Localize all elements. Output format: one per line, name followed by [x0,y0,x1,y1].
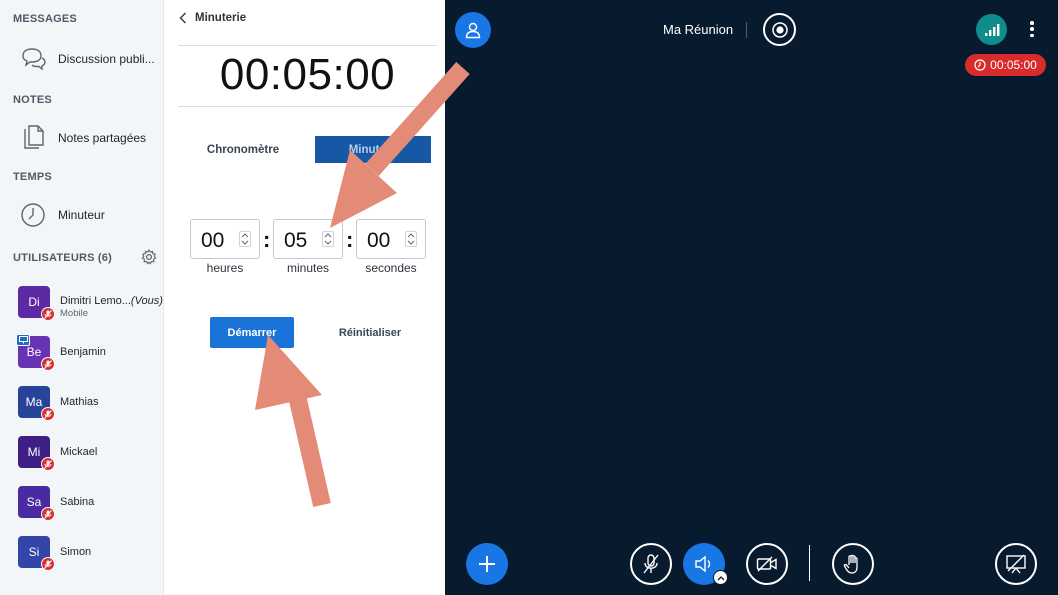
hand-icon [843,554,858,574]
user-row[interactable]: Ma Mathias [0,386,164,430]
users-section-title: UTILISATEURS (6) [13,252,112,264]
timer-display: 00:05:00 [219,50,396,99]
more-options-icon[interactable] [1025,19,1039,39]
minutes-label: minutes [286,261,330,275]
clock-icon [17,199,49,231]
time-section-title: TEMPS [13,171,52,183]
user-name: Sabina [60,496,95,508]
user-icon [465,22,481,39]
user-name: Benjamin [60,346,106,358]
divider [178,45,437,46]
meeting-area: Ma Réunion 00:05:00 [445,0,1058,595]
you-tag: (Vous) [130,295,163,307]
speaker-icon [695,555,711,573]
user-row[interactable]: Be Benjamin [0,334,164,380]
seconds-label: secondes [365,261,417,275]
shared-notes-item[interactable]: Notes partagées [0,118,164,158]
connection-status-button[interactable] [976,14,1007,45]
panel-title: Minuterie [195,12,247,24]
record-button[interactable] [763,13,796,46]
muted-mic-icon [41,307,55,321]
user-device: Mobile [60,308,88,319]
video-off-icon [756,556,777,572]
audio-options-button[interactable] [713,570,728,585]
hours-stepper[interactable]: 00 [190,219,260,259]
user-row[interactable]: Sa Sabina [0,486,164,530]
timer-badge[interactable]: 00:05:00 [965,54,1046,76]
presenter-icon [16,334,30,346]
timer-icon [974,59,986,71]
muted-mic-icon [643,554,659,574]
stepper-arrows-icon[interactable] [405,231,417,247]
hours-label: heures [206,261,244,275]
video-button[interactable] [746,543,788,585]
plus-icon [479,556,495,572]
user-row[interactable]: Di Dimitri Lemo...(Vous) Mobile [0,286,164,330]
muted-mic-icon [41,457,55,471]
back-button[interactable]: Minuterie [179,12,246,24]
muted-mic-icon [41,557,55,571]
minutes-value: 05 [284,229,308,252]
chevron-up-icon [717,575,724,580]
user-row[interactable]: Mi Mickael [0,436,164,480]
seconds-stepper[interactable]: 00 [356,219,426,259]
stepper-arrows-icon[interactable] [322,231,334,247]
signal-bars-icon [984,23,999,36]
muted-mic-icon [41,357,55,371]
reset-button[interactable]: Réinitialiser [325,317,415,348]
time-separator: : [263,227,271,252]
timer-label: Minuteur [58,208,105,222]
messages-section-title: MESSAGES [13,13,77,25]
stepper-arrows-icon[interactable] [239,231,251,247]
seconds-value: 00 [367,229,391,252]
user-name: Mathias [60,396,99,408]
timer-panel: Minuterie 00:05:00 Chronomètre Minuteur … [165,0,445,595]
hours-value: 00 [201,229,225,252]
gear-icon[interactable] [141,248,159,267]
user-name: Mickael [60,446,98,458]
timer-badge-text: 00:05:00 [990,58,1037,72]
public-chat-item[interactable]: Discussion publi... [0,39,164,79]
time-separator: : [346,227,354,252]
user-list-toggle-button[interactable] [455,12,491,48]
user-name-text: Dimitri Lemo... [60,295,131,307]
presentation-off-icon [1006,554,1026,574]
divider [178,106,437,107]
divider [809,545,810,581]
presentation-button[interactable] [995,543,1037,585]
tab-stopwatch[interactable]: Chronomètre [183,136,303,164]
divider [746,22,747,38]
record-icon [771,21,788,38]
public-chat-label: Discussion publi... [58,52,155,66]
user-name: Simon [60,546,92,558]
tab-timer[interactable]: Minuteur [315,136,431,163]
notes-section-title: NOTES [13,94,52,106]
timer-item[interactable]: Minuteur [0,195,164,235]
user-name: Dimitri Lemo...(Vous) [60,295,163,307]
meeting-title: Ma Réunion [663,22,734,37]
notes-icon [17,122,49,154]
chevron-left-icon [179,12,186,24]
chat-icon [17,43,49,75]
raise-hand-button[interactable] [832,543,874,585]
minutes-stepper[interactable]: 05 [273,219,343,259]
actions-button[interactable] [466,543,508,585]
user-list-panel: MESSAGES Discussion publi... NOTES Notes… [0,0,164,595]
user-row[interactable]: Si Simon [0,536,164,580]
muted-mic-icon [41,507,55,521]
mute-button[interactable] [630,543,672,585]
start-button[interactable]: Démarrer [210,317,294,348]
shared-notes-label: Notes partagées [58,131,147,145]
muted-mic-icon [41,407,55,421]
